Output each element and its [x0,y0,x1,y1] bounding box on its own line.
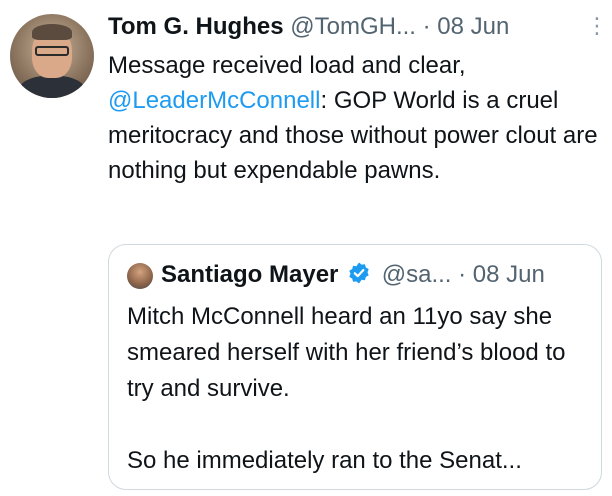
quoted-separator-dot: · [458,261,467,288]
quoted-date[interactable]: 08 Jun [473,261,545,288]
mention-link[interactable]: @LeaderMcConnell [108,87,320,114]
quoted-paragraph-2: So he immediately ran to the Senat... [127,447,522,474]
verified-badge-icon [347,261,371,294]
tweet-date[interactable]: 08 Jun [437,13,509,40]
more-dots-icon[interactable]: ⋮ [586,14,608,38]
quoted-header: Santiago Mayer @sa... · 08 Jun [161,259,545,294]
quoted-author-handle[interactable]: @sa... [382,261,452,288]
separator-dot: · [422,13,431,40]
author-name[interactable]: Tom G. Hughes [108,13,284,40]
tweet-text-start: Message received load and clear, [108,52,466,79]
quoted-text: Mitch McConnell heard an 11yo say she sm… [127,299,587,479]
quoted-tweet-card[interactable]: Santiago Mayer @sa... · 08 Jun Mitch McC… [108,244,602,490]
avatar[interactable] [10,14,94,98]
quoted-avatar[interactable] [127,263,153,289]
quoted-paragraph-1: Mitch McConnell heard an 11yo say she sm… [127,303,566,402]
author-handle[interactable]: @TomGH... [290,13,416,40]
tweet-text: Message received load and clear, @Leader… [108,48,604,188]
tweet-header: Tom G. Hughes @TomGH... · 08 Jun [108,12,509,42]
quoted-author-name[interactable]: Santiago Mayer [161,261,338,288]
